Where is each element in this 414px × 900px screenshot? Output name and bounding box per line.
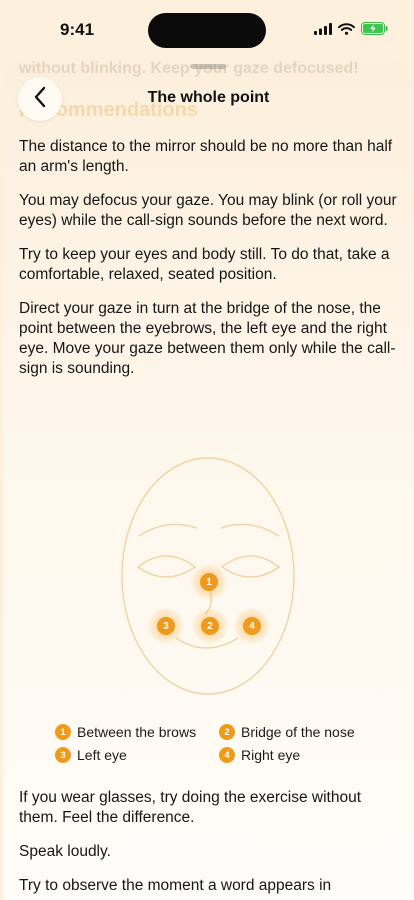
- legend-number: 3: [55, 747, 71, 763]
- legend-label: Between the brows: [77, 724, 197, 740]
- status-icons: [314, 22, 388, 40]
- legend-number: 4: [219, 747, 235, 763]
- paragraph: Try to observe the moment a word appears…: [19, 877, 332, 894]
- modal-sheet: without blinking. Keep your gaze defocus…: [3, 59, 414, 900]
- point-badge-1: 1: [200, 573, 218, 591]
- status-time: 9:41: [60, 20, 95, 39]
- legend-item: 1 Between the brows: [55, 724, 219, 740]
- face-diagram: 1 2 3 4: [121, 456, 301, 696]
- legend-item: 4 Right eye: [219, 747, 383, 763]
- paragraph: You may defocus your gaze. You may blink…: [19, 192, 397, 229]
- wifi-icon: [338, 22, 355, 40]
- battery-charging-icon: [361, 22, 388, 40]
- point-badge-3: 3: [157, 617, 175, 635]
- dynamic-island: [148, 13, 266, 48]
- point-badge-4: 4: [243, 617, 261, 635]
- status-bar: 9:41: [0, 0, 414, 60]
- legend-label: Left eye: [77, 747, 127, 763]
- instructions-top: The distance to the mirror should be no …: [19, 137, 403, 393]
- paragraph: Try to keep your eyes and body still. To…: [19, 246, 390, 283]
- legend-item: 3 Left eye: [55, 747, 219, 763]
- paragraph: Speak loudly.: [19, 843, 111, 860]
- point-badge-2: 2: [201, 617, 219, 635]
- legend-label: Right eye: [241, 747, 301, 763]
- faded-background-text: without blinking. Keep your gaze defocus…: [19, 60, 359, 77]
- paragraph: The distance to the mirror should be no …: [19, 138, 393, 175]
- legend-number: 2: [219, 724, 235, 740]
- page-title: The whole point: [147, 89, 270, 106]
- paragraph: Direct your gaze in turn at the bridge o…: [19, 300, 396, 377]
- legend-number: 1: [55, 724, 71, 740]
- legend-label: Bridge of the nose: [241, 724, 355, 740]
- diagram-legend: 1 Between the brows 2 Bridge of the nose…: [55, 724, 385, 763]
- instructions-bottom: If you wear glasses, try doing the exerc…: [19, 788, 403, 900]
- legend-item: 2 Bridge of the nose: [219, 724, 383, 740]
- paragraph: If you wear glasses, try doing the exerc…: [19, 789, 362, 826]
- cellular-signal-icon: [314, 22, 332, 40]
